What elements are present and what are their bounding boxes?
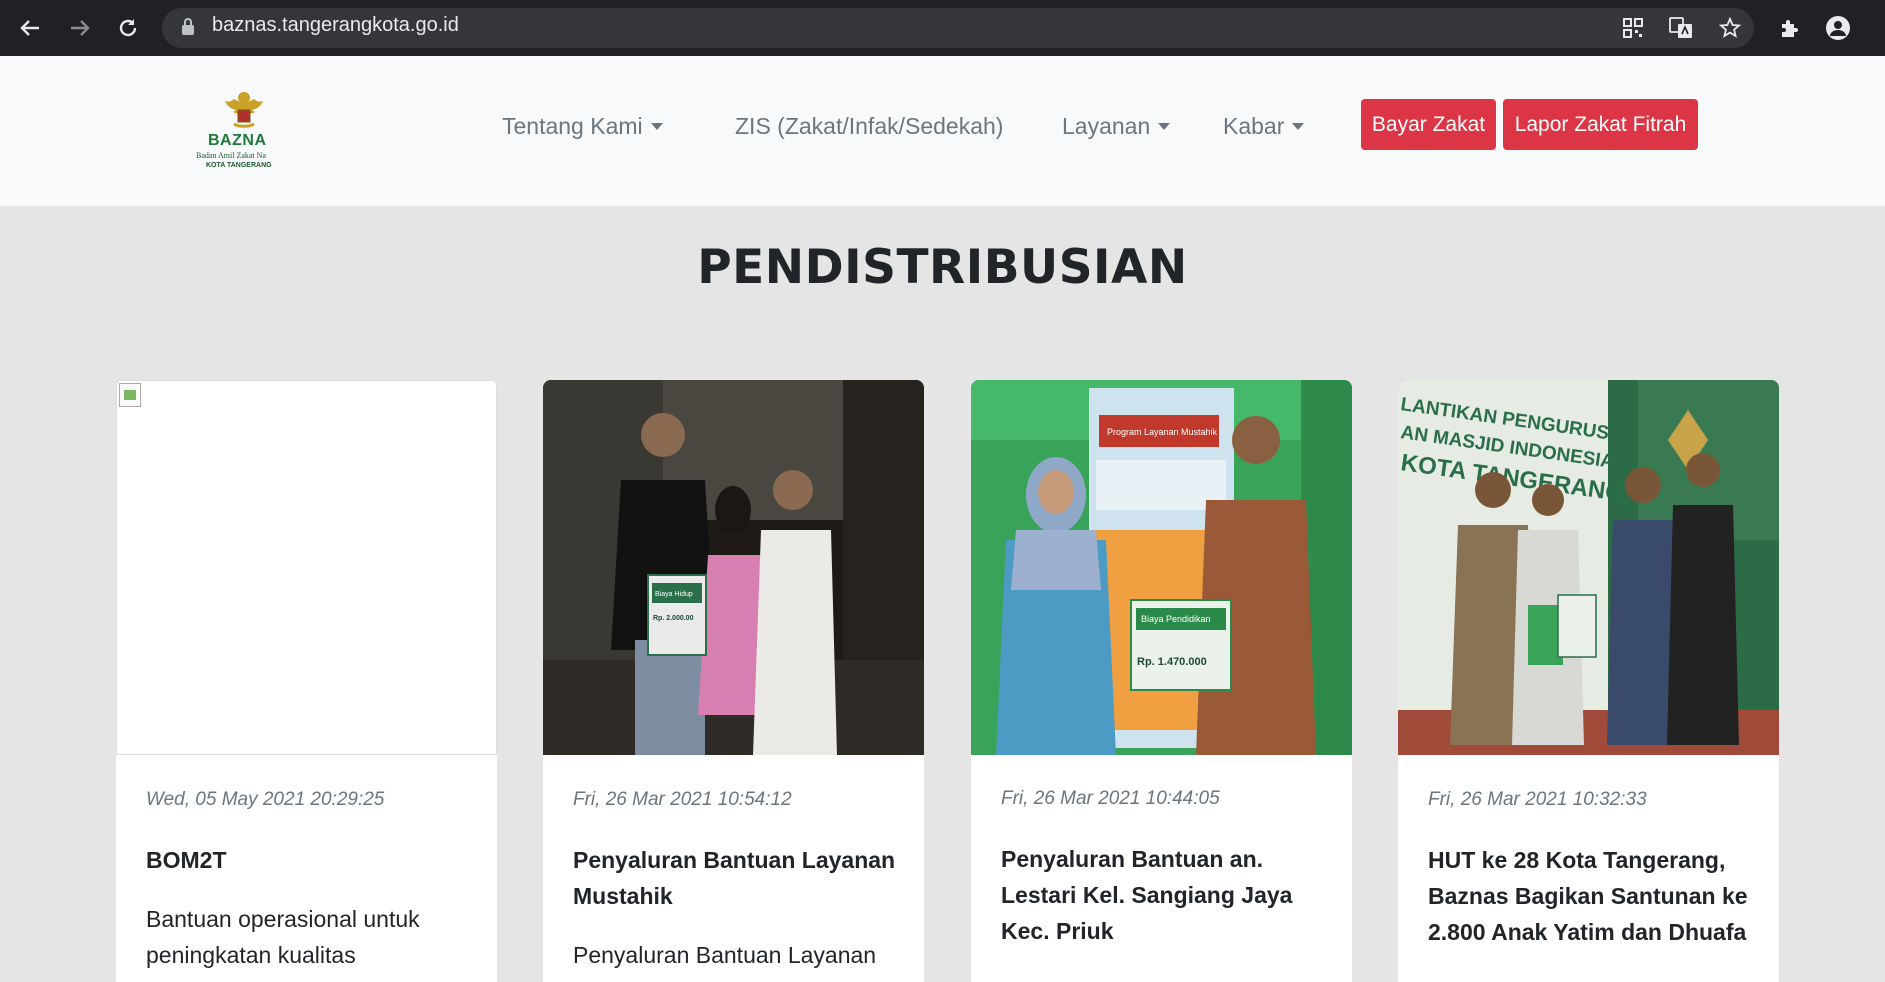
news-card[interactable]: Program Layanan Mustahik Biaya Pendidika… (971, 380, 1352, 982)
nav-tentang-kami[interactable]: Tentang Kami (502, 113, 663, 140)
card-image[interactable]: LANTIKAN PENGURUS AN MASJID INDONESIA KO… (1398, 380, 1779, 755)
photo-sign-amount: Rp. 1.470.000 (1137, 656, 1207, 668)
logo-city: KOTA TANGERANG (206, 162, 272, 169)
card-title[interactable]: HUT ke 28 Kota Tangerang, Baznas Bagikan… (1428, 842, 1758, 950)
qr-code-icon[interactable] (1617, 12, 1649, 44)
photo-sign-text: Biaya Hidup (655, 591, 693, 598)
card-title[interactable]: BOM2T (146, 842, 476, 878)
photo-sign-text: Biaya Pendidikan (1141, 614, 1211, 624)
card-date: Fri, 26 Mar 2021 10:44:05 (1001, 788, 1220, 809)
profile-icon[interactable] (1822, 12, 1854, 44)
caret-down-icon (1292, 123, 1305, 130)
card-image[interactable]: Program Layanan Mustahik Biaya Pendidika… (971, 380, 1352, 755)
broken-image-icon (119, 383, 141, 407)
logo-subtitle: Badan Amil Zakat Na (196, 151, 266, 160)
card-image[interactable]: Biaya Hidup Rp. 2.000.00 (543, 380, 924, 755)
browser-toolbar: baznas.tangerangkota.go.id (0, 0, 1885, 56)
forward-arrow-icon[interactable] (64, 12, 96, 44)
card-excerpt: Penyaluran Bantuan Layanan (573, 942, 877, 968)
url-text[interactable]: baznas.tangerangkota.go.id (212, 14, 459, 37)
lock-icon[interactable] (182, 18, 194, 36)
site-navbar: BAZNA Badan Amil Zakat Na KOTA TANGERANG… (0, 56, 1885, 206)
card-title[interactable]: Penyaluran Bantuan Layanan Mustahik (573, 842, 903, 914)
photo-sign-amount: Rp. 2.000.00 (653, 615, 694, 622)
nav-kabar[interactable]: Kabar (1223, 113, 1305, 140)
back-arrow-icon[interactable] (14, 12, 46, 44)
card-excerpt: Bantuan operasional untuk peningkatan ku… (146, 906, 420, 968)
nav-label: Layanan (1062, 113, 1151, 139)
section-title: PENDISTRIBUSIAN (697, 240, 1188, 295)
card-date: Wed, 05 May 2021 20:29:25 (146, 789, 385, 810)
extensions-icon[interactable] (1773, 12, 1805, 44)
nav-zis[interactable]: ZIS (Zakat/Infak/Sedekah) (735, 113, 1003, 140)
bayar-zakat-button[interactable]: Bayar Zakat (1361, 99, 1496, 150)
nav-layanan[interactable]: Layanan (1062, 113, 1171, 140)
reload-icon[interactable] (112, 12, 144, 44)
card-title[interactable]: Penyaluran Bantuan an. Lestari Kel. Sang… (1001, 841, 1331, 949)
card-date: Fri, 26 Mar 2021 10:32:33 (1428, 789, 1647, 810)
caret-down-icon (1158, 123, 1171, 130)
caret-down-icon (650, 123, 663, 130)
star-icon[interactable] (1714, 12, 1746, 44)
nav-label: ZIS (Zakat/Infak/Sedekah) (735, 113, 1004, 139)
news-card[interactable]: Wed, 05 May 2021 20:29:25 BOM2T Bantuan … (116, 380, 497, 982)
baznas-logo[interactable]: BAZNA Badan Amil Zakat Na KOTA TANGERANG (194, 90, 292, 180)
news-card[interactable]: LANTIKAN PENGURUS AN MASJID INDONESIA KO… (1398, 380, 1779, 982)
nav-label: Kabar (1223, 113, 1285, 139)
nav-label: Tentang Kami (502, 113, 643, 139)
garuda-emblem-icon (224, 90, 264, 134)
photo-banner-text: Program Layanan Mustahik (1107, 427, 1218, 437)
card-date: Fri, 26 Mar 2021 10:54:12 (573, 789, 792, 810)
card-image[interactable] (116, 380, 497, 755)
translate-icon[interactable] (1665, 12, 1697, 44)
logo-title: BAZNA (208, 132, 267, 149)
lapor-zakat-fitrah-button[interactable]: Lapor Zakat Fitrah (1503, 99, 1698, 150)
news-card[interactable]: Biaya Hidup Rp. 2.000.00 Fri, 26 Mar 202… (543, 380, 924, 982)
